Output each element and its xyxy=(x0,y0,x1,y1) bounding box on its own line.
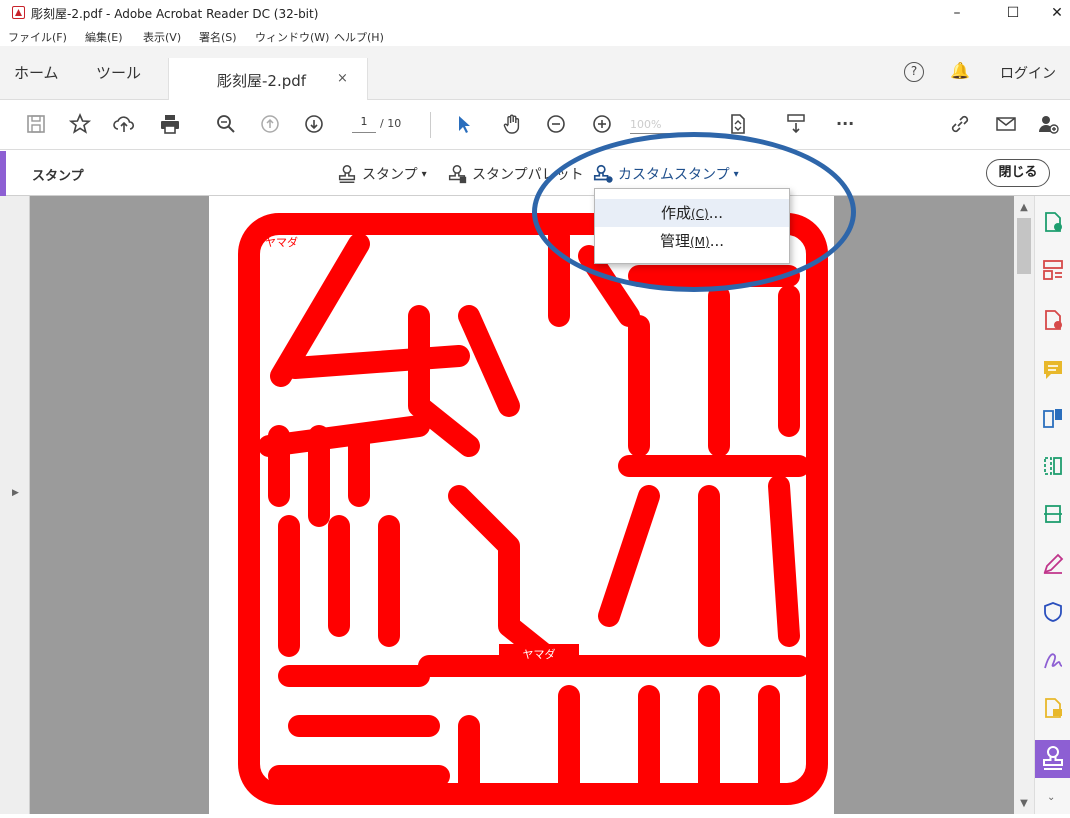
more-tools-icon[interactable]: ··· xyxy=(836,114,854,133)
stamp-menu-label: スタンプ xyxy=(362,167,418,183)
stamp-icon xyxy=(338,165,356,183)
menu-view[interactable]: 表示(V) xyxy=(143,29,181,45)
compress-pdf-icon[interactable] xyxy=(1041,454,1065,478)
main-toolbar: 1 / 10 100% ··· xyxy=(0,100,1070,150)
add-user-icon[interactable] xyxy=(1034,112,1062,138)
comment-icon[interactable] xyxy=(1041,358,1065,382)
export-pdf-icon[interactable] xyxy=(1041,308,1065,332)
pdf-page: ヤマダ ヤマダ xyxy=(209,196,834,814)
stamp-toolbar-title: スタンプ xyxy=(32,169,84,184)
menu-help[interactable]: ヘルプ(H) xyxy=(334,29,384,45)
save-icon[interactable] xyxy=(22,112,50,138)
scroll-down-icon[interactable]: ▼ xyxy=(1014,798,1034,809)
fill-sign-icon[interactable] xyxy=(1041,648,1065,672)
stamp-toolbar: スタンプ スタンプ ▾ スタンプパレット カスタムスタンプ ▾ 閉じる xyxy=(0,151,1070,196)
tab-tools[interactable]: ツール xyxy=(96,62,141,83)
close-window-button[interactable]: ✕ xyxy=(1034,0,1070,26)
stamp-menu-button[interactable]: スタンプ ▾ xyxy=(336,163,427,185)
print-icon[interactable] xyxy=(156,112,184,138)
scroll-up-icon[interactable]: ▲ xyxy=(1014,202,1034,213)
maximize-button[interactable]: ☐ xyxy=(990,0,1036,26)
bookmark-star-icon[interactable] xyxy=(66,112,94,138)
menu-file[interactable]: ファイル(F) xyxy=(8,29,67,45)
acrobat-app-icon xyxy=(12,6,25,19)
expand-panel-icon[interactable]: ▶ xyxy=(12,488,19,498)
panel-more-chevron-icon[interactable]: ⌄ xyxy=(1047,792,1055,803)
minimize-button[interactable]: – xyxy=(934,0,980,26)
edit-pdf-icon[interactable] xyxy=(1041,552,1065,576)
organize-pages-icon[interactable] xyxy=(1041,258,1065,282)
left-nav-panel: ▶ xyxy=(0,196,30,814)
menu-window[interactable]: ウィンドウ(W) xyxy=(255,29,329,45)
zoom-in-icon[interactable] xyxy=(588,112,616,138)
right-tools-panel: ⌄ xyxy=(1034,196,1070,814)
seal-top-label: ヤマダ xyxy=(265,235,298,249)
tab-home[interactable]: ホーム xyxy=(14,62,59,83)
close-stamp-tool-button[interactable]: 閉じる xyxy=(986,159,1050,187)
help-icon[interactable]: ? xyxy=(904,62,924,82)
scroll-mode-icon[interactable] xyxy=(782,112,810,138)
close-tab-icon[interactable]: × xyxy=(337,71,348,86)
create-pdf-icon[interactable] xyxy=(1041,210,1065,234)
tab-bar: ホーム ツール ? 🔔 ログイン xyxy=(0,46,1070,100)
window-title: 彫刻屋-2.pdf - Adobe Acrobat Reader DC (32-… xyxy=(31,7,319,21)
menu-bar: ファイル(F) 編集(E) 表示(V) 署名(S) ウィンドウ(W) ヘルプ(H… xyxy=(0,26,1070,46)
protect-shield-icon[interactable] xyxy=(1041,600,1065,624)
share-link-icon[interactable] xyxy=(946,112,974,138)
chevron-down-icon: ▾ xyxy=(421,168,427,180)
cloud-upload-icon[interactable] xyxy=(110,112,138,138)
email-icon[interactable] xyxy=(992,112,1020,138)
scroll-thumb[interactable] xyxy=(1017,218,1031,274)
document-tab-title: 彫刻屋-2.pdf xyxy=(217,72,307,90)
page-total: / 10 xyxy=(380,117,402,130)
stamp-toolbar-accent xyxy=(0,151,6,196)
stamp-palette-icon xyxy=(448,165,467,184)
menu-edit[interactable]: 編集(E) xyxy=(85,29,123,45)
prev-page-icon[interactable] xyxy=(256,112,284,138)
stamp-tool-icon[interactable] xyxy=(1035,740,1070,778)
hand-tool-icon[interactable] xyxy=(498,112,526,138)
menu-sign[interactable]: 署名(S) xyxy=(199,29,237,45)
page-number-input[interactable]: 1 xyxy=(352,115,376,133)
zoom-out-icon[interactable] xyxy=(542,112,570,138)
scan-ocr-icon[interactable] xyxy=(1041,502,1065,526)
seal-bottom-label: ヤマダ xyxy=(523,647,556,661)
select-cursor-icon[interactable] xyxy=(450,112,478,138)
zoom-search-icon[interactable] xyxy=(212,112,240,138)
combine-files-icon[interactable] xyxy=(1041,406,1065,430)
login-link[interactable]: ログイン xyxy=(1000,63,1056,83)
seal-stamp-image: ヤマダ ヤマダ xyxy=(238,213,828,805)
bell-icon[interactable]: 🔔 xyxy=(950,61,970,80)
title-bar: 彫刻屋-2.pdf - Adobe Acrobat Reader DC (32-… xyxy=(0,0,1070,26)
highlight-ellipse-annotation xyxy=(532,132,856,292)
next-page-icon[interactable] xyxy=(300,112,328,138)
tab-document[interactable]: 彫刻屋-2.pdf × xyxy=(168,58,368,100)
send-for-review-icon[interactable] xyxy=(1041,696,1065,720)
toolbar-separator xyxy=(430,112,431,138)
vertical-scrollbar[interactable]: ▲ ▼ xyxy=(1014,196,1034,814)
